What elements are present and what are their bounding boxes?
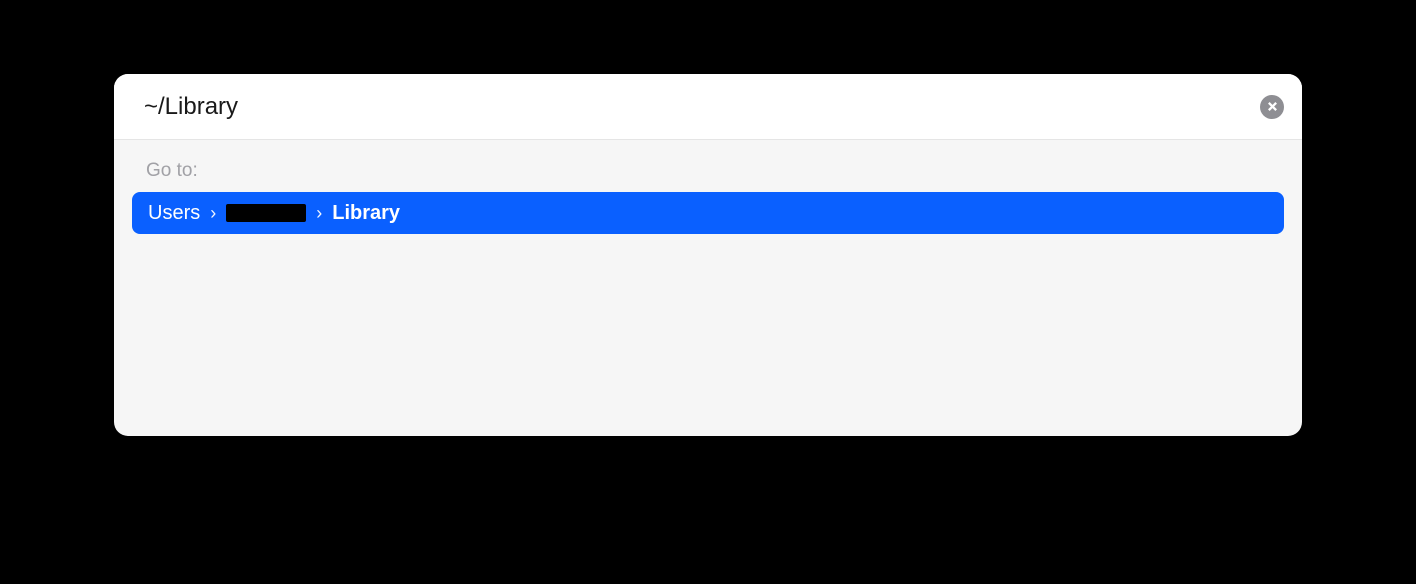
breadcrumb-segment-library: Library — [332, 202, 400, 225]
go-to-folder-dialog: Go to: Users › › Library — [114, 74, 1302, 436]
path-input[interactable] — [144, 93, 1260, 121]
chevron-right-icon: › — [316, 203, 322, 224]
chevron-right-icon: › — [210, 203, 216, 224]
results-area: Go to: Users › › Library — [114, 140, 1302, 436]
redacted-username — [226, 204, 306, 222]
path-input-row — [114, 74, 1302, 140]
close-icon — [1267, 101, 1278, 112]
goto-label: Go to: — [132, 160, 1284, 182]
path-result-row[interactable]: Users › › Library — [132, 192, 1284, 234]
clear-button[interactable] — [1260, 95, 1284, 119]
breadcrumb-segment-username — [226, 204, 306, 222]
breadcrumb-segment-users: Users — [148, 202, 200, 225]
